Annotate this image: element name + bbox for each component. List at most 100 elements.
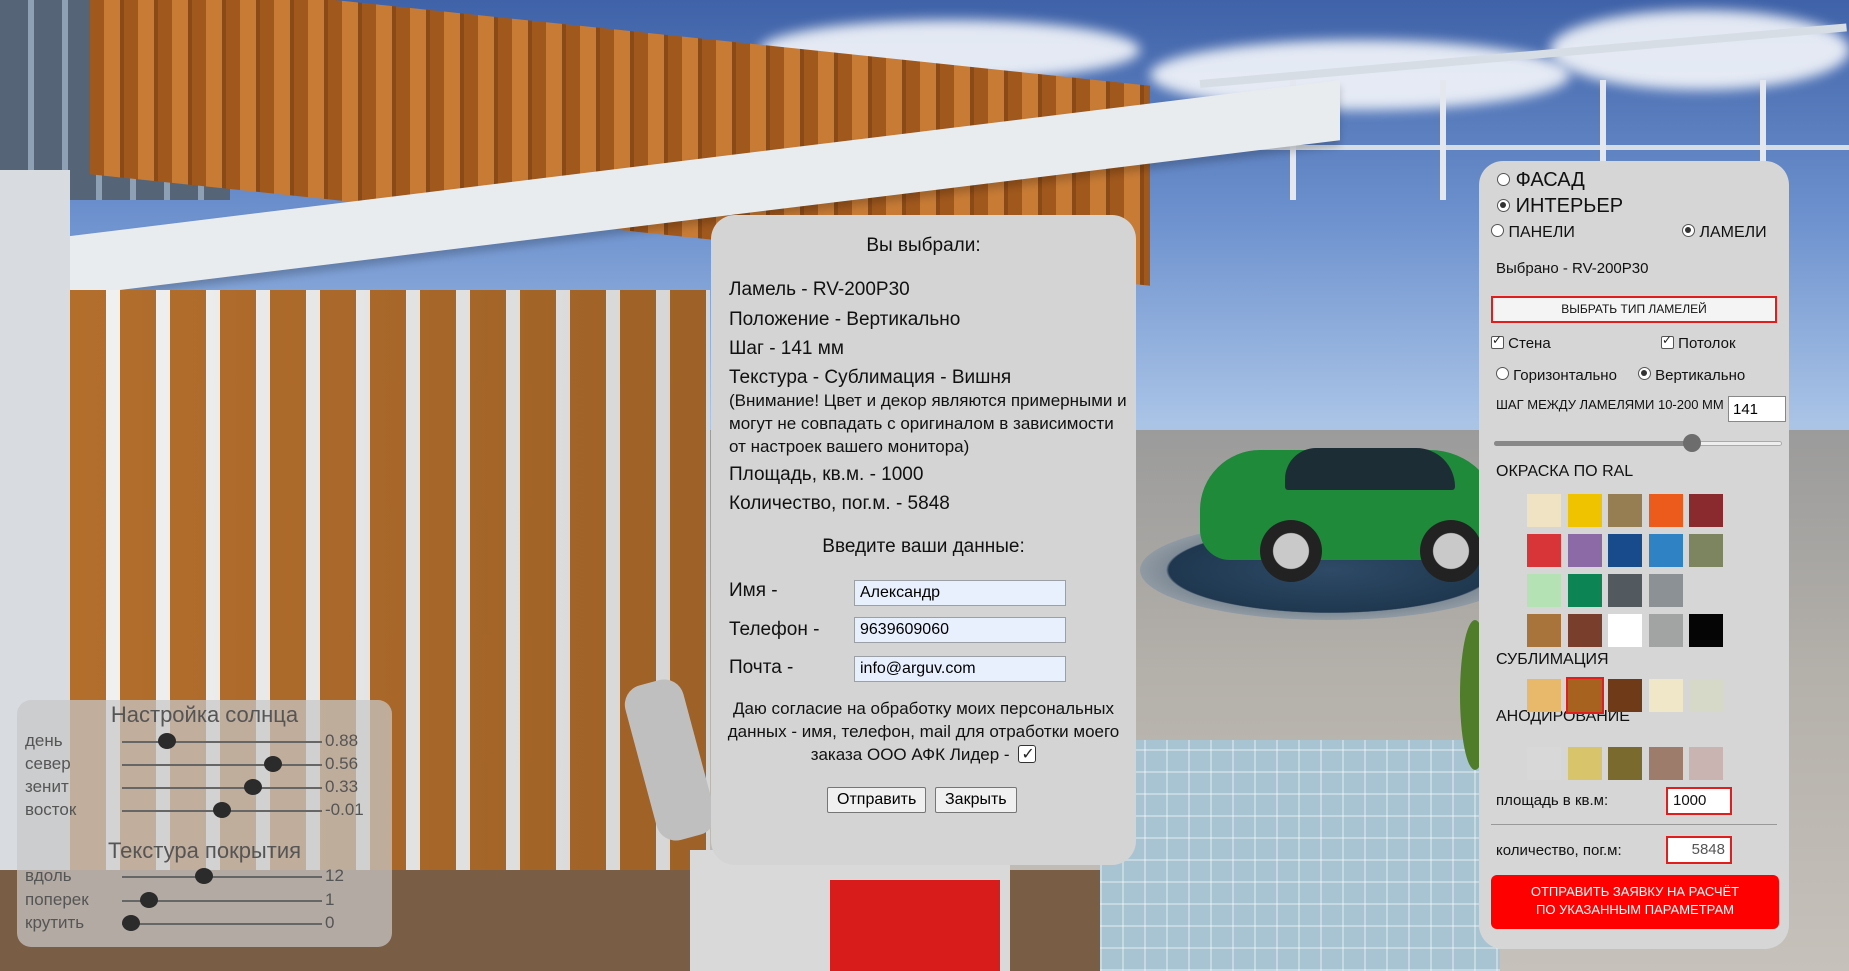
submit-button[interactable]: Отправить <box>827 787 927 813</box>
car-windows <box>1285 448 1455 490</box>
slider-knob[interactable] <box>140 892 159 908</box>
lamels-option[interactable]: ЛАМЕЛИ <box>1682 224 1767 242</box>
anodizing-swatch[interactable] <box>1608 747 1642 780</box>
area-label: площадь в кв.м: <box>1496 792 1609 809</box>
slider-track[interactable] <box>122 876 322 878</box>
quantity-value: 5848 <box>1666 836 1732 864</box>
slider-track[interactable] <box>122 787 322 789</box>
email-input[interactable] <box>854 656 1066 682</box>
slider-rotate[interactable]: крутить 0 <box>25 911 385 935</box>
summary-area: Площадь, кв.м. - 1000 <box>729 464 924 485</box>
car-wheel <box>1260 520 1322 582</box>
ral-color-swatch[interactable] <box>1527 614 1561 647</box>
interior-option[interactable]: ИНТЕРЬЕР <box>1497 195 1623 218</box>
sublimation-swatch[interactable] <box>1608 679 1642 712</box>
panels-option[interactable]: ПАНЕЛИ <box>1491 224 1575 242</box>
panels-label: ПАНЕЛИ <box>1508 224 1575 241</box>
ral-color-swatch[interactable] <box>1567 494 1602 527</box>
facade-label: ФАСАД <box>1515 169 1585 191</box>
interior-radio[interactable] <box>1497 199 1510 212</box>
sublimation-swatch[interactable] <box>1565 677 1604 714</box>
slider-value: 0.56 <box>325 754 359 773</box>
anodizing-swatch[interactable] <box>1648 747 1683 780</box>
ral-color-swatch[interactable] <box>1648 614 1683 647</box>
ceiling-checkbox[interactable] <box>1661 333 1674 349</box>
summary-quantity: Количество, пог.м. - 5848 <box>729 493 950 514</box>
slider-zenith[interactable]: зенит 0.33 <box>25 775 385 799</box>
ral-color-swatch[interactable] <box>1527 494 1561 527</box>
slider-label: вдоль <box>25 866 72 885</box>
color-warning: (Внимание! Цвет и декор являются примерн… <box>729 391 1127 456</box>
vertical-radio[interactable] <box>1638 367 1651 380</box>
slider-label: север <box>25 754 71 773</box>
name-input[interactable] <box>854 580 1066 606</box>
ceiling-option[interactable]: Потолок <box>1661 333 1736 352</box>
ral-color-swatch[interactable] <box>1689 494 1723 527</box>
ral-color-swatch[interactable] <box>1689 534 1723 567</box>
slider-label: зенит <box>25 777 69 796</box>
ral-color-swatch[interactable] <box>1648 574 1683 607</box>
ral-color-swatch[interactable] <box>1608 574 1642 607</box>
horizontal-label: Горизонтально <box>1513 367 1617 384</box>
ral-color-swatch[interactable] <box>1648 534 1683 567</box>
slider-value: 0 <box>325 913 335 932</box>
slider-knob[interactable] <box>158 733 177 749</box>
ral-title: ОКРАСКА ПО RAL <box>1496 463 1634 480</box>
consent-checkbox[interactable] <box>1018 743 1037 766</box>
step-slider[interactable] <box>1494 433 1782 453</box>
area-input[interactable]: 1000 <box>1666 787 1732 815</box>
lamels-radio[interactable] <box>1682 224 1695 237</box>
slider-knob[interactable] <box>243 779 262 795</box>
panels-radio[interactable] <box>1491 224 1504 237</box>
ral-color-swatch[interactable] <box>1608 494 1642 527</box>
ral-color-swatch[interactable] <box>1567 534 1602 567</box>
sublimation-swatch[interactable] <box>1527 679 1561 712</box>
choose-lamel-type-button[interactable]: ВЫБРАТЬ ТИП ЛАМЕЛЕЙ <box>1491 296 1777 323</box>
ral-color-swatch[interactable] <box>1527 574 1561 607</box>
slider-north[interactable]: север 0.56 <box>25 752 385 776</box>
slider-track[interactable] <box>122 764 322 766</box>
slider-knob[interactable] <box>213 802 231 818</box>
horizontal-radio[interactable] <box>1496 367 1509 380</box>
floor-tiles <box>1100 740 1500 971</box>
ral-color-swatch[interactable] <box>1648 494 1683 527</box>
sun-settings-title: Настройка солнца <box>110 702 299 727</box>
railing-post <box>1440 80 1446 200</box>
anodizing-swatch[interactable] <box>1567 747 1602 780</box>
slider-across[interactable]: поперек 1 <box>25 888 385 912</box>
slider-day[interactable]: день 0.88 <box>25 729 385 753</box>
horizontal-option[interactable]: Горизонтально <box>1496 367 1617 384</box>
ral-color-swatch[interactable] <box>1608 534 1642 567</box>
slider-track[interactable] <box>122 923 322 925</box>
wall-checkbox[interactable] <box>1491 333 1504 349</box>
slider-knob[interactable] <box>122 915 140 931</box>
wall-option[interactable]: Стена <box>1491 333 1551 352</box>
slider-label: восток <box>25 800 77 819</box>
step-slider-knob[interactable] <box>1683 434 1701 452</box>
sublimation-swatch[interactable] <box>1689 679 1723 712</box>
phone-input[interactable] <box>854 617 1066 643</box>
phone-label: Телефон - <box>729 619 820 640</box>
slider-along[interactable]: вдоль 12 <box>25 864 385 888</box>
slider-knob[interactable] <box>263 756 282 772</box>
step-input[interactable] <box>1728 396 1786 422</box>
consent-block: Даю согласие на обработку моих персональ… <box>721 697 1126 766</box>
vertical-option[interactable]: Вертикально <box>1638 367 1745 384</box>
sublimation-swatch[interactable] <box>1648 679 1683 712</box>
anodizing-swatch[interactable] <box>1689 747 1723 780</box>
wall-label: Стена <box>1508 335 1551 352</box>
slider-east[interactable]: восток -0.01 <box>25 798 385 822</box>
send-request-button[interactable]: ОТПРАВИТЬ ЗАЯВКУ НА РАСЧЁТ ПО УКАЗАННЫМ … <box>1491 875 1779 929</box>
slider-track[interactable] <box>122 741 322 743</box>
ral-color-swatch[interactable] <box>1608 614 1642 647</box>
ral-color-swatch[interactable] <box>1689 614 1723 647</box>
slider-knob[interactable] <box>194 868 213 884</box>
anodizing-swatch[interactable] <box>1527 747 1561 780</box>
summary-texture: Текстура - Сублимация - Вишня <box>729 367 1012 388</box>
close-button[interactable]: Закрыть <box>935 787 1017 813</box>
ral-color-swatch[interactable] <box>1567 574 1602 607</box>
facade-radio[interactable] <box>1497 173 1510 186</box>
ral-color-swatch[interactable] <box>1567 614 1602 647</box>
ral-color-swatch[interactable] <box>1527 534 1561 567</box>
facade-option[interactable]: ФАСАД <box>1497 169 1585 192</box>
